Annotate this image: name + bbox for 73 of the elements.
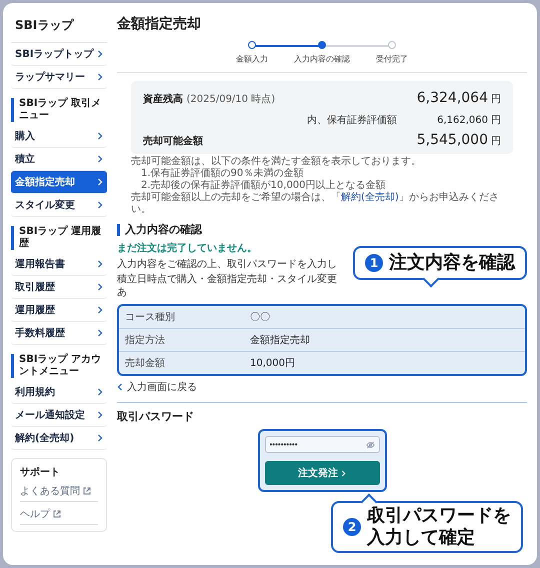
summary-label: 売却可能金額 [143, 134, 203, 148]
amount: 6,324,064 [416, 90, 488, 106]
sidebar-title: SBIラップ [11, 13, 107, 43]
sidebar-item[interactable]: ラップサマリー [11, 66, 107, 89]
support-link[interactable]: よくある質問 [20, 484, 80, 498]
submit-order-button[interactable]: 注文発注 [264, 461, 380, 485]
table-cell-text: 指定方法 [125, 334, 166, 347]
step-label: 受付完了 [376, 54, 408, 65]
sidebar-item[interactable]: スタイル変更 [11, 194, 107, 217]
sidebar-item[interactable]: 運用報告書 [11, 253, 107, 276]
external-link-icon [53, 510, 61, 518]
note-text: 2.売却後の保有証券評価額が10,000円以上となる金額 [140, 180, 387, 192]
chevron-left-icon [117, 383, 123, 391]
cancel-link[interactable]: 解約(全売却) [341, 192, 399, 203]
back-link[interactable]: 入力画面に戻る [117, 380, 197, 394]
page-title: 金額指定売却 [117, 15, 202, 33]
chevron-right-icon [97, 50, 103, 58]
sidebar-heading: SBIラップ アカウントメニュー [11, 354, 107, 378]
table-cell-text: コース種別 [125, 311, 176, 324]
unit: 円 [491, 115, 501, 126]
table-cell-text: 〇〇 [250, 311, 270, 324]
table-cell-text: 10,000円 [250, 357, 295, 370]
step-label: 金額入力 [236, 54, 268, 65]
chevron-right-icon [97, 434, 103, 442]
note-text: 1.保有証券評価額の90％未満の金額 [140, 168, 304, 180]
step-label: 入力内容の確認 [294, 54, 350, 65]
step-number: 1 [365, 254, 383, 272]
sidebar-item[interactable]: 金額指定売却 [11, 171, 107, 194]
chevron-right-icon [97, 388, 103, 396]
section-heading: 取引パスワード [117, 409, 195, 424]
sidebar-item[interactable]: 利用規約 [11, 381, 107, 404]
chevron-right-icon [97, 306, 103, 314]
sidebar-heading: SBIラップ 取引メニュー [11, 98, 107, 122]
chevron-right-icon [97, 201, 103, 209]
support-title: サポート [20, 466, 61, 479]
chevron-right-icon [97, 283, 103, 291]
table-cell-text: 売却金額 [125, 356, 166, 370]
chevron-right-icon [97, 73, 103, 81]
table-cell-text: 金額指定売却 [250, 334, 310, 347]
support-link[interactable]: ヘルプ [20, 507, 50, 521]
section-heading: 入力内容の確認 [117, 224, 527, 236]
chevron-right-icon [97, 178, 103, 186]
instruction-text: 積立日時点で購入・金額指定売却・スタイル変更あ [117, 273, 338, 299]
sidebar-item[interactable]: メール通知設定 [11, 404, 107, 427]
sidebar-item[interactable]: 手数料履歴 [11, 322, 107, 345]
note-text: 売却可能金額以上の売却をご希望の場合は、「解約(全売却)」からお申込みください。 [131, 192, 500, 216]
sidebar-item[interactable]: SBIラップトップ [11, 43, 107, 66]
note-text: 売却可能金額は、以下の条件を満たす金額を表示しております。 [131, 156, 422, 168]
warning-text: まだ注文は完了していません。 [117, 241, 258, 255]
unit: 円 [491, 136, 501, 147]
eye-slash-icon[interactable] [366, 441, 374, 449]
chevron-right-icon [341, 470, 346, 476]
callout-text: 入力して確定 [367, 527, 476, 549]
callout-text: 注文内容を確認 [389, 252, 515, 274]
chevron-right-icon [97, 411, 103, 419]
password-field[interactable]: •••••••••• [264, 436, 380, 453]
sidebar-heading: SBIラップ 運用履歴 [11, 226, 107, 250]
step-number: 2 [343, 518, 361, 536]
instruction-text: 入力内容をご確認の上、取引パスワードを入力し [117, 258, 338, 271]
chevron-right-icon [97, 132, 103, 140]
chevron-right-icon [97, 260, 103, 268]
amount: 6,162,060 [437, 115, 488, 126]
sidebar-item[interactable]: 購入 [11, 125, 107, 148]
chevron-right-icon [97, 329, 103, 337]
summary-label: 内、保有証券評価額 [307, 114, 398, 127]
external-link-icon [83, 487, 91, 495]
amount: 5,545,000 [416, 132, 488, 148]
summary-label: 資産残高 (2025/09/10 時点) [143, 92, 276, 106]
unit: 円 [491, 94, 501, 105]
sidebar-item[interactable]: 取引履歴 [11, 276, 107, 299]
sidebar-item[interactable]: 解約(全売却) [11, 427, 107, 450]
sidebar-item[interactable]: 運用履歴 [11, 299, 107, 322]
chevron-right-icon [97, 155, 103, 163]
